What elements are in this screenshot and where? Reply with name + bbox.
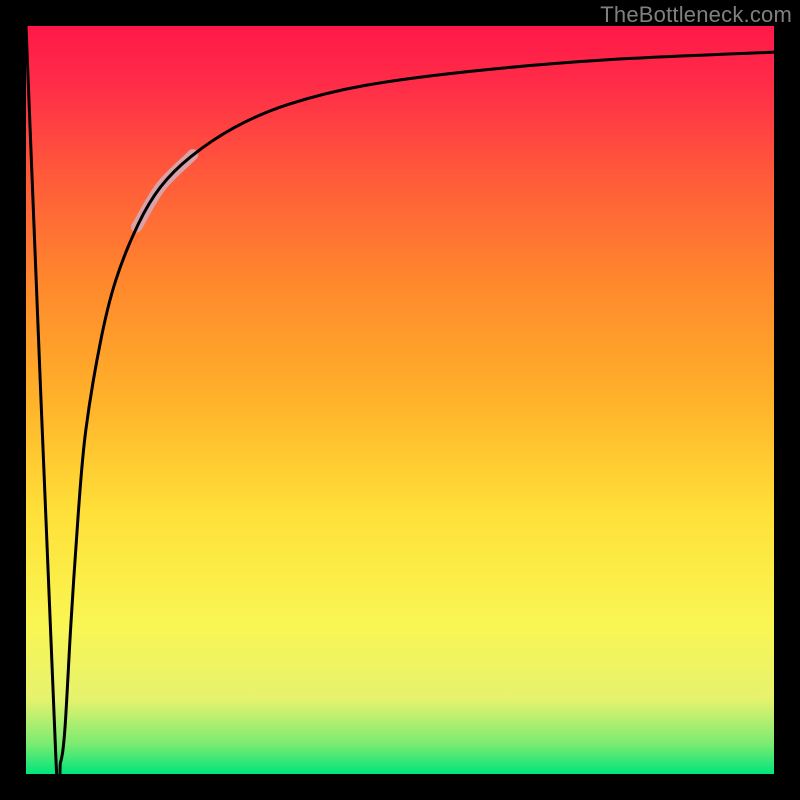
watermark-text: TheBottleneck.com bbox=[600, 2, 792, 28]
plot-area bbox=[26, 26, 774, 774]
bottleneck-curve bbox=[26, 26, 774, 774]
curve-layer bbox=[26, 26, 774, 774]
highlight-segment bbox=[137, 155, 193, 227]
chart-frame: TheBottleneck.com bbox=[0, 0, 800, 800]
